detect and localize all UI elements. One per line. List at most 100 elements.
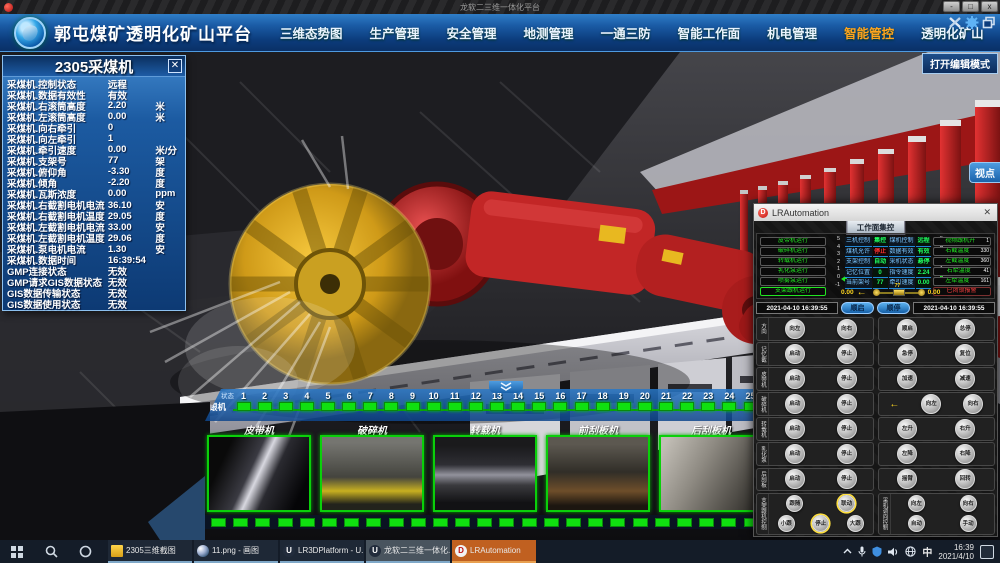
round-control-button[interactable]: 向左 <box>908 495 925 512</box>
camera-feed[interactable]: 后刮板机 <box>659 422 763 512</box>
round-control-button[interactable]: 左降 <box>897 444 917 464</box>
run-status-button[interactable]: 破碎机运行 <box>760 247 826 256</box>
window-titlebar[interactable]: 龙软二三维一体化平台 - □ x <box>0 0 1000 14</box>
round-control-button[interactable]: 顺启 <box>897 319 917 339</box>
round-control-button[interactable]: 停止 <box>837 369 857 389</box>
camera-feed[interactable]: 前刮板机 <box>546 422 650 512</box>
round-control-button[interactable]: 启动 <box>785 394 805 414</box>
start-button[interactable] <box>0 540 34 563</box>
round-control-button[interactable]: 停止 <box>837 469 857 489</box>
round-control-button[interactable]: 右降 <box>955 444 975 464</box>
microphone-icon[interactable] <box>858 546 866 557</box>
taskbar-task-3[interactable]: U龙软二三维一体化... <box>366 540 450 563</box>
round-control-button[interactable]: 右升 <box>955 419 975 439</box>
round-control-button[interactable]: 减速 <box>955 369 975 389</box>
round-control-button[interactable]: 向左 <box>785 319 805 339</box>
network-globe-icon[interactable] <box>905 546 916 557</box>
face-position-slider[interactable]: 77 <box>873 289 925 296</box>
round-control-button[interactable]: 总停 <box>955 319 975 339</box>
viewpoint-tag[interactable]: 视点 <box>969 162 1000 183</box>
monitor-status-button[interactable]: 右牵温度41 <box>933 267 991 276</box>
taskbar-task-0[interactable]: 2305三维截图 <box>108 540 192 563</box>
round-control-button[interactable]: 自动 <box>908 515 925 532</box>
nav-item-0[interactable]: 三维态势图 <box>280 23 343 42</box>
nav-item-4[interactable]: 一通三防 <box>601 23 651 42</box>
taskbar-clock[interactable]: 16:39 2021/4/10 <box>938 543 974 561</box>
monitor-status-button[interactable]: 视频跟机开1 <box>933 237 991 246</box>
nav-item-6[interactable]: 机电管理 <box>767 23 817 42</box>
round-control-button[interactable]: 联动 <box>838 495 855 512</box>
round-control-button[interactable]: 启动 <box>785 419 805 439</box>
shearer-panel-header[interactable]: 2305采煤机 ✕ <box>3 56 185 77</box>
camera-video[interactable] <box>433 435 537 512</box>
search-icon[interactable] <box>34 540 68 563</box>
monitor-status-button[interactable]: 右截温度330 <box>933 247 991 256</box>
round-control-button[interactable]: 急停 <box>897 344 917 364</box>
round-control-button[interactable]: 向左 <box>921 394 941 414</box>
nav-item-3[interactable]: 地测管理 <box>524 23 574 42</box>
lrautomation-close-icon[interactable]: ✕ <box>981 207 993 218</box>
round-control-button[interactable]: 向右 <box>963 394 983 414</box>
minimize-button[interactable]: - <box>943 1 960 12</box>
open-edit-mode-button[interactable]: 打开编辑模式 <box>922 53 998 74</box>
round-control-button[interactable]: 停止 <box>837 444 857 464</box>
cortana-icon[interactable] <box>68 540 102 563</box>
round-control-button[interactable]: 小跟 <box>778 515 795 532</box>
settings-gear-icon[interactable] <box>965 16 979 29</box>
sequence-start-button[interactable]: 顺启 <box>841 302 874 314</box>
round-control-button[interactable]: 加速 <box>897 369 917 389</box>
tray-expand-chevron-icon[interactable] <box>843 548 852 555</box>
camera-video[interactable] <box>546 435 650 512</box>
restore-window-icon[interactable] <box>982 16 996 29</box>
camera-video[interactable] <box>659 435 763 512</box>
maximize-button[interactable]: □ <box>962 1 979 12</box>
nav-item-7[interactable]: 智能管控 <box>844 23 894 42</box>
collapse-chevron-button[interactable] <box>489 381 523 393</box>
camera-video[interactable] <box>207 435 311 512</box>
close-button[interactable]: x <box>981 1 998 12</box>
run-status-button[interactable]: 乳化泵运行 <box>760 267 826 276</box>
lrautomation-titlebar[interactable]: D LRAutomation ✕ <box>754 204 997 221</box>
shearer-panel-close-icon[interactable]: ✕ <box>168 59 182 73</box>
round-control-button[interactable]: 启动 <box>785 469 805 489</box>
run-status-button[interactable]: 支架跟机运行 <box>760 287 826 296</box>
round-control-button[interactable]: 停止 <box>837 419 857 439</box>
notification-center-icon[interactable] <box>980 545 994 559</box>
taskbar-task-1[interactable]: 11.png - 画图 <box>194 540 278 563</box>
round-control-button[interactable]: 停止 <box>837 394 857 414</box>
taskbar-task-4[interactable]: DLRAutomation <box>452 540 536 563</box>
camera-label: 破碎机 <box>357 422 387 435</box>
security-shield-icon[interactable] <box>872 546 882 557</box>
run-status-button[interactable]: 喷雾泵运行 <box>760 277 826 286</box>
nav-item-2[interactable]: 安全管理 <box>447 23 497 42</box>
nav-item-1[interactable]: 生产管理 <box>370 23 420 42</box>
round-control-button[interactable]: 摇臂 <box>897 469 917 489</box>
round-control-button[interactable]: 向右 <box>837 319 857 339</box>
camera-feed[interactable]: 破碎机 <box>320 422 424 512</box>
round-control-button[interactable]: 停止 <box>812 515 829 532</box>
taskbar-task-2[interactable]: ULR3DPlatform - U... <box>280 540 364 563</box>
round-control-button[interactable]: 复位 <box>955 344 975 364</box>
monitor-status-button[interactable]: 左截温度360 <box>933 257 991 266</box>
nav-item-5[interactable]: 智能工作面 <box>678 23 741 42</box>
speaker-icon[interactable] <box>888 547 899 557</box>
round-control-button[interactable]: 跟随 <box>786 495 803 512</box>
round-control-button[interactable]: 回转 <box>955 469 975 489</box>
tools-wrench-icon[interactable] <box>948 16 962 29</box>
round-control-button[interactable]: 停止 <box>837 344 857 364</box>
round-control-button[interactable]: 大跟 <box>847 515 864 532</box>
monitor-status-button[interactable]: 左牵温度161 <box>933 277 991 286</box>
round-control-button[interactable]: 启动 <box>785 369 805 389</box>
run-status-button[interactable]: 转载机运行 <box>760 257 826 266</box>
sequence-stop-button[interactable]: 顺停 <box>877 302 910 314</box>
run-status-button[interactable]: 皮带机运行 <box>760 237 826 246</box>
round-control-button[interactable]: 向右 <box>960 495 977 512</box>
ime-indicator[interactable]: 中 <box>922 544 932 559</box>
camera-feed[interactable]: 皮带机 <box>207 422 311 512</box>
round-control-button[interactable]: 启动 <box>785 344 805 364</box>
camera-video[interactable] <box>320 435 424 512</box>
round-control-button[interactable]: 手动 <box>960 515 977 532</box>
round-control-button[interactable]: 左升 <box>897 419 917 439</box>
round-control-button[interactable]: 启动 <box>785 444 805 464</box>
camera-feed[interactable]: 转载机 <box>433 422 537 512</box>
